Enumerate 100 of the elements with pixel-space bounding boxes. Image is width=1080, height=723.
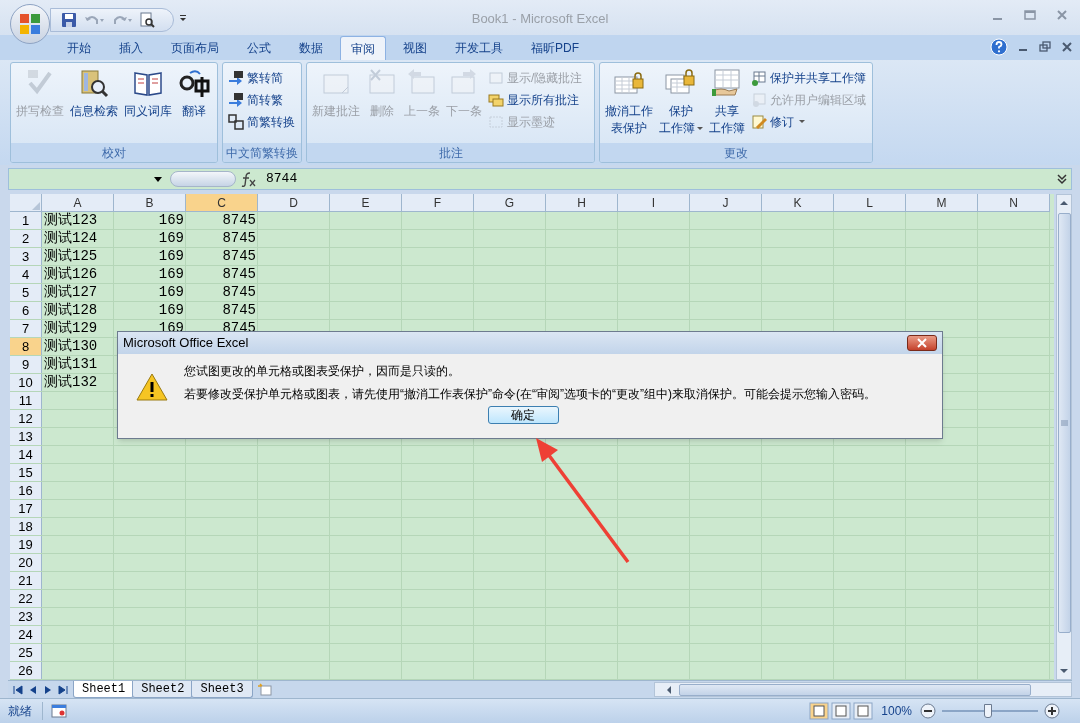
row-header[interactable]: 6 xyxy=(10,302,42,319)
column-header[interactable]: I xyxy=(618,194,690,212)
ribbon-button[interactable]: 保护并共享工作簿 xyxy=(751,67,866,88)
column-header[interactable]: N xyxy=(978,194,1050,212)
row-header[interactable]: 2 xyxy=(10,230,42,247)
save-icon[interactable] xyxy=(61,12,77,28)
ribbon-tab[interactable]: 页面布局 xyxy=(160,36,230,60)
new-sheet-icon[interactable] xyxy=(256,682,275,697)
row-header[interactable]: 13 xyxy=(10,428,42,445)
close-icon xyxy=(917,338,927,348)
column-header[interactable]: C xyxy=(186,194,258,212)
macro-record-icon[interactable] xyxy=(51,704,67,718)
column-header[interactable]: D xyxy=(258,194,330,212)
row-header[interactable]: 24 xyxy=(10,626,42,643)
first-sheet-icon[interactable] xyxy=(12,683,24,696)
ribbon-button[interactable]: 撤消工作 表保护 xyxy=(603,67,655,137)
horizontal-scrollbar[interactable] xyxy=(654,682,1072,697)
ribbon-button[interactable]: 简转繁 xyxy=(228,89,295,110)
sheet-tab[interactable]: Sheet1 xyxy=(73,681,135,698)
row-header[interactable]: 5 xyxy=(10,284,42,301)
help-icon[interactable] xyxy=(990,38,1008,56)
page-layout-view-icon[interactable] xyxy=(831,702,852,720)
ribbon-button[interactable]: 翻译 xyxy=(176,67,212,120)
column-header[interactable]: J xyxy=(690,194,762,212)
row-header[interactable]: 14 xyxy=(10,446,42,463)
row-header[interactable]: 19 xyxy=(10,536,42,553)
row-header[interactable]: 15 xyxy=(10,464,42,481)
table-cell-text: 测试124 xyxy=(43,230,99,247)
ribbon-button[interactable]: 简繁转换 xyxy=(228,111,295,132)
ribbon-button[interactable]: 共享 工作簿 xyxy=(707,67,747,137)
row-header[interactable]: 3 xyxy=(10,248,42,265)
sheet-tab[interactable]: Sheet2 xyxy=(132,681,194,698)
ribbon-button[interactable]: 修订 xyxy=(751,111,866,132)
slider-thumb[interactable] xyxy=(984,704,993,718)
column-header[interactable]: H xyxy=(546,194,618,212)
table-cell-text: 测试129 xyxy=(43,320,99,337)
ribbon-tab[interactable]: 插入 xyxy=(108,36,154,60)
row-header[interactable]: 10 xyxy=(10,374,42,391)
zoom-out-icon[interactable] xyxy=(920,703,936,719)
table-cell-text: 测试131 xyxy=(43,356,99,373)
glyph-icon xyxy=(228,113,244,130)
row-header[interactable]: 20 xyxy=(10,554,42,571)
zoom-in-icon[interactable] xyxy=(1044,703,1060,719)
column-header[interactable]: B xyxy=(114,194,186,212)
ribbon-tab[interactable]: 数据 xyxy=(288,36,334,60)
ribbon-button[interactable]: 信息检索 xyxy=(68,67,120,120)
group-label: 中文简繁转换 xyxy=(223,143,301,162)
column-header[interactable]: G xyxy=(474,194,546,212)
zoom-level[interactable]: 100% xyxy=(881,702,912,720)
row-header[interactable]: 1 xyxy=(10,212,42,229)
row-header[interactable]: 25 xyxy=(10,644,42,661)
row-header[interactable]: 16 xyxy=(10,482,42,499)
vertical-scrollbar[interactable] xyxy=(1056,194,1072,680)
row-header[interactable]: 9 xyxy=(10,356,42,373)
row-header[interactable]: 22 xyxy=(10,590,42,607)
ribbon-tab[interactable]: 审阅 xyxy=(340,36,386,60)
ribbon-button[interactable]: 保护 工作簿 xyxy=(657,67,705,137)
ribbon-tab[interactable]: 开发工具 xyxy=(444,36,514,60)
row-header[interactable]: 8 xyxy=(10,338,42,355)
close-button[interactable] xyxy=(907,335,937,351)
ribbon-tab[interactable]: 公式 xyxy=(236,36,282,60)
translate-icon xyxy=(178,67,210,99)
column-header[interactable]: K xyxy=(762,194,834,212)
office-button[interactable] xyxy=(10,4,50,44)
table-cell-text: 8745 xyxy=(221,284,257,301)
column-header[interactable]: A xyxy=(42,194,114,212)
row-header[interactable]: 11 xyxy=(10,392,42,409)
ribbon-button[interactable]: 同义词库 xyxy=(122,67,174,120)
row-header[interactable]: 18 xyxy=(10,518,42,535)
normal-view-icon[interactable] xyxy=(809,702,830,720)
convert-icon xyxy=(228,69,244,86)
customize-dropdown-icon[interactable] xyxy=(178,13,188,23)
close-icon[interactable] xyxy=(1060,40,1074,54)
ribbon-button[interactable]: 显示所有批注 xyxy=(488,89,583,110)
restore-icon[interactable] xyxy=(1038,40,1052,54)
sheet-tab[interactable]: Sheet3 xyxy=(191,681,253,698)
row-header[interactable]: 4 xyxy=(10,266,42,283)
ribbon-button[interactable]: 繁转简 xyxy=(228,67,295,88)
table-cell-text: 169 xyxy=(157,266,185,283)
row-header[interactable]: 26 xyxy=(10,662,42,679)
ribbon-tab[interactable]: 视图 xyxy=(392,36,438,60)
ok-button[interactable]: 确定 xyxy=(487,406,559,424)
ribbon-tab[interactable]: 福昕PDF xyxy=(520,36,590,60)
row-header[interactable]: 23 xyxy=(10,608,42,625)
last-sheet-icon[interactable] xyxy=(57,683,69,696)
table-cell-text: 测试130 xyxy=(43,338,99,355)
print-preview-icon[interactable] xyxy=(139,12,155,28)
scroll-thumb[interactable] xyxy=(1057,213,1071,633)
column-header[interactable]: M xyxy=(906,194,978,212)
row-header[interactable]: 21 xyxy=(10,572,42,589)
row-header[interactable]: 7 xyxy=(10,320,42,337)
column-header[interactable]: F xyxy=(402,194,474,212)
row-header[interactable]: 17 xyxy=(10,500,42,517)
zoom-slider[interactable] xyxy=(942,704,1038,718)
scroll-thumb[interactable] xyxy=(679,683,1031,696)
column-header[interactable]: L xyxy=(834,194,906,212)
ribbon-tab[interactable]: 开始 xyxy=(56,36,102,60)
page-break-view-icon[interactable] xyxy=(853,702,874,720)
column-header[interactable]: E xyxy=(330,194,402,212)
row-header[interactable]: 12 xyxy=(10,410,42,427)
